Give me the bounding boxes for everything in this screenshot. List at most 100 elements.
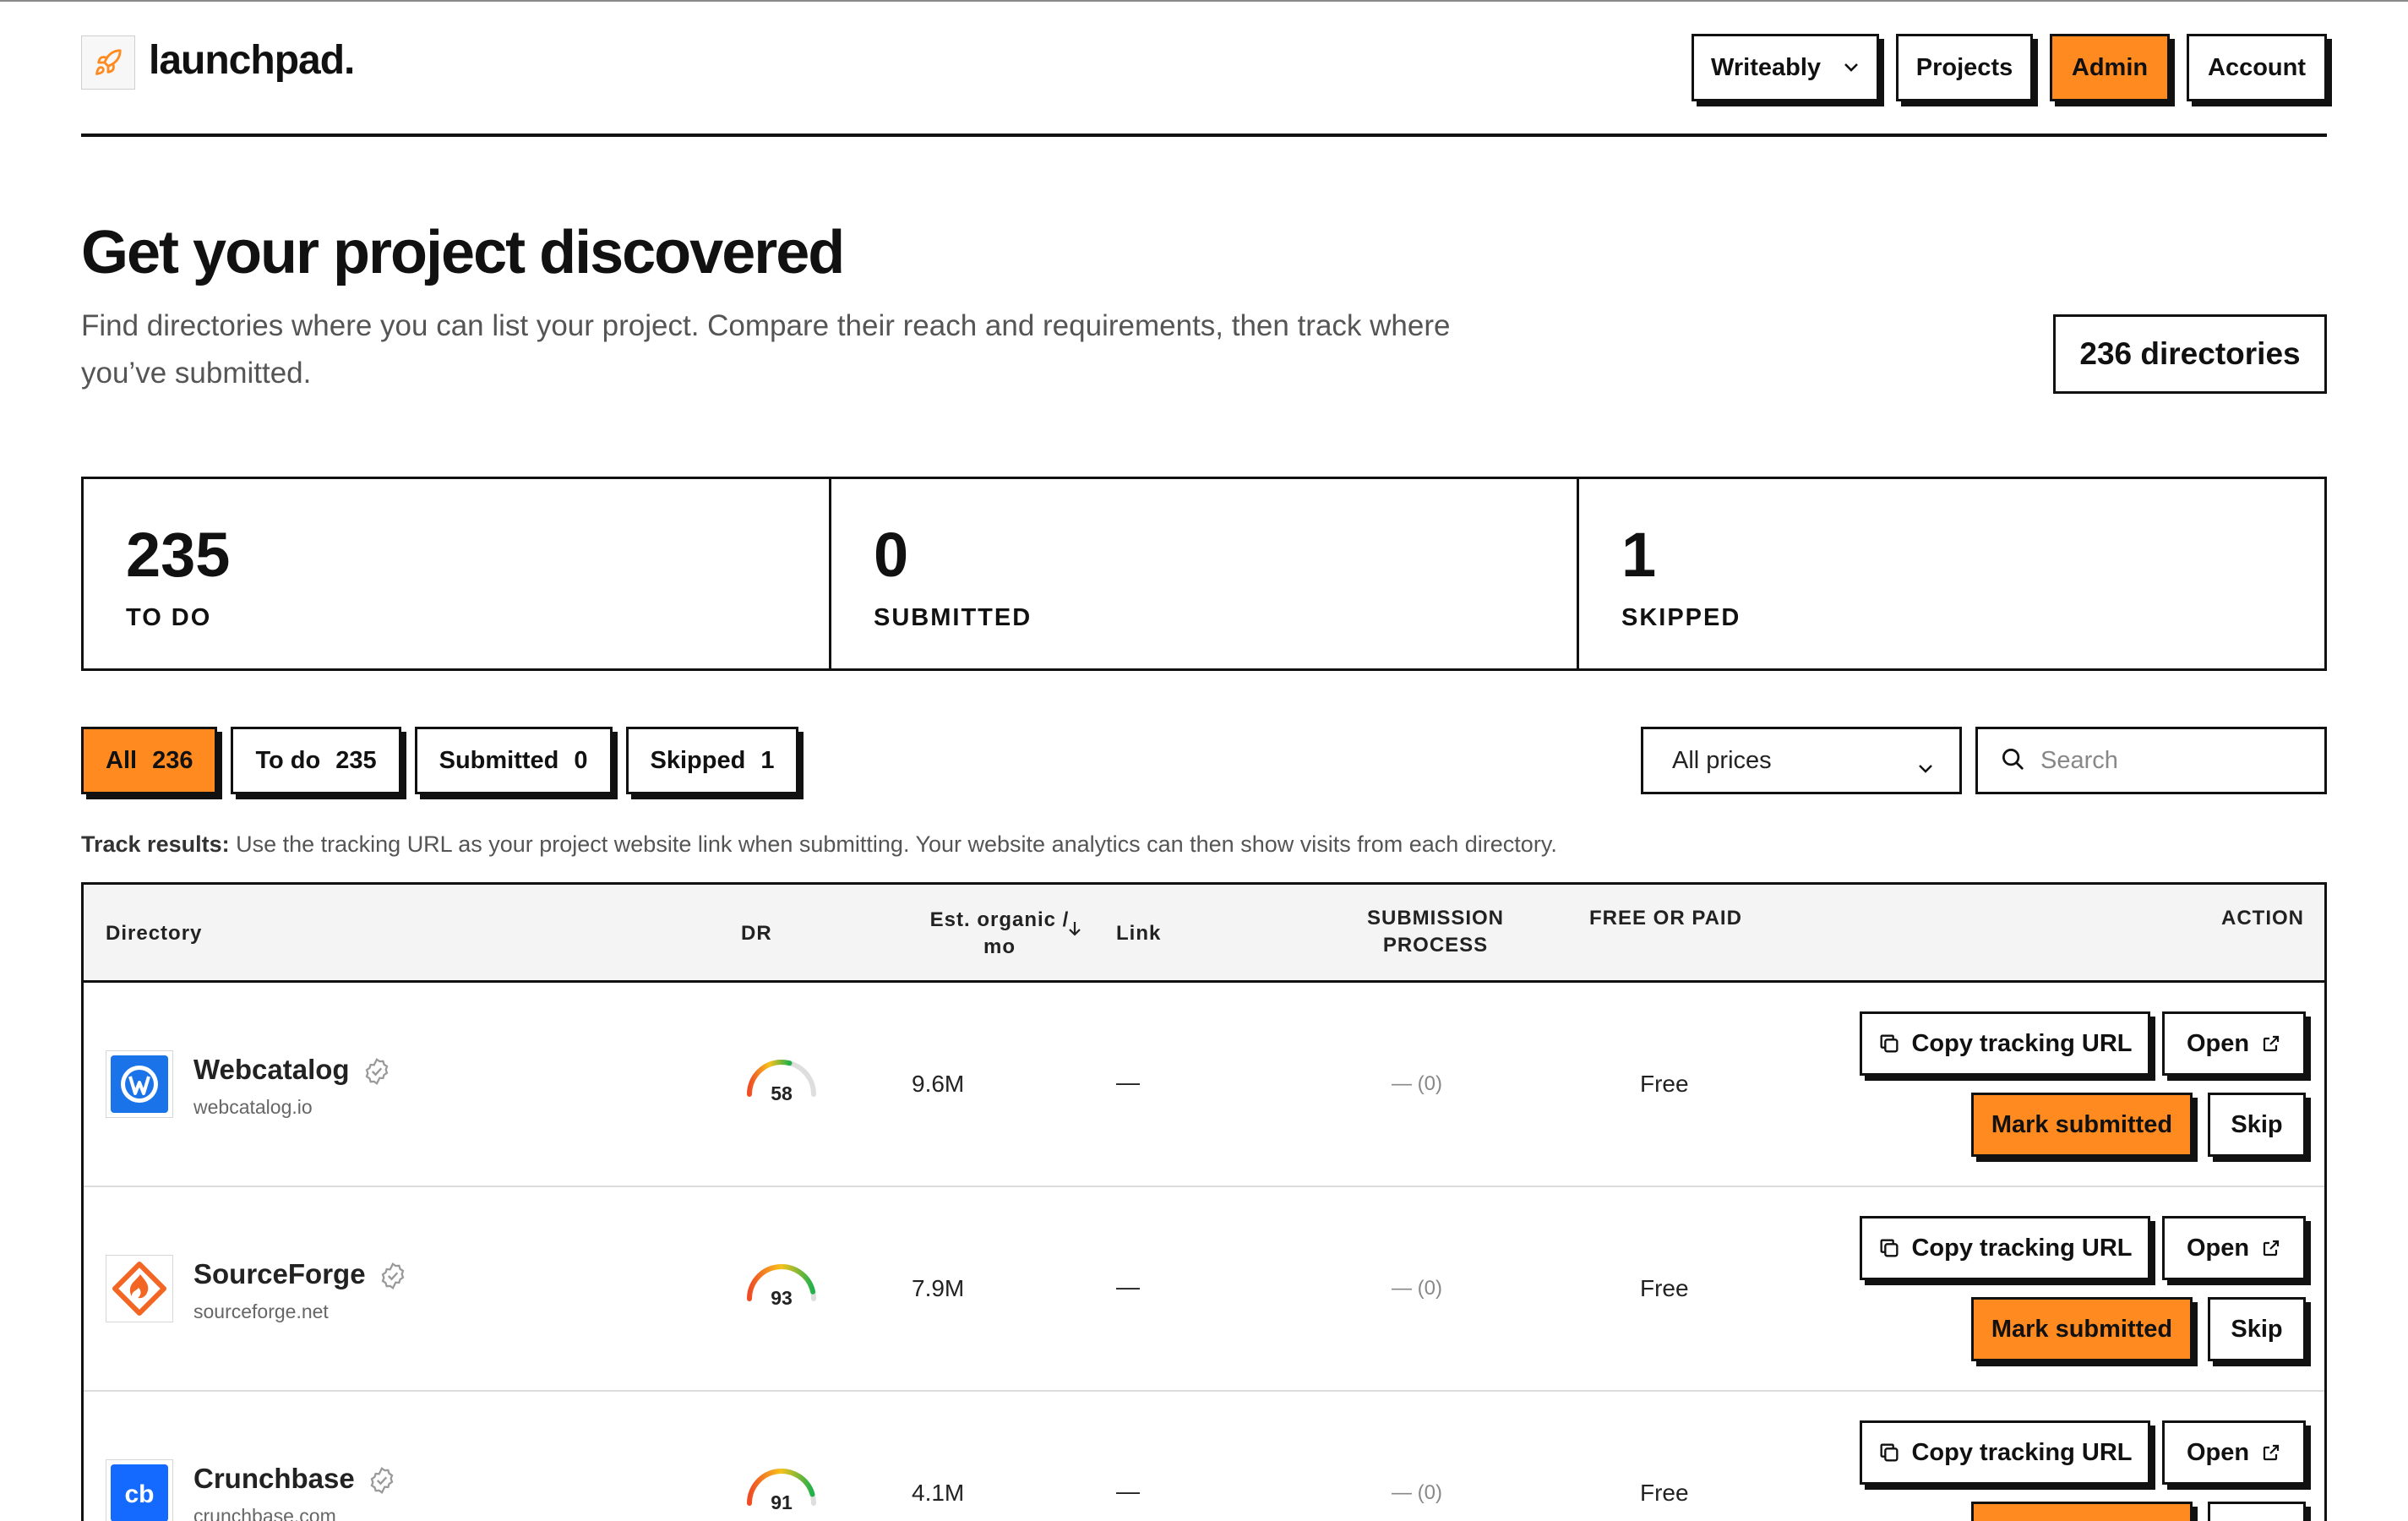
search-box bbox=[1975, 727, 2327, 794]
mark-submitted-button[interactable]: Mark submitted bbox=[1971, 1297, 2193, 1361]
skip-button[interactable]: Skip bbox=[2208, 1502, 2306, 1521]
copy-icon bbox=[1877, 1236, 1901, 1260]
link-type: — bbox=[1116, 1478, 1140, 1504]
header-divider bbox=[81, 134, 2327, 137]
copy-label: Copy tracking URL bbox=[1911, 1029, 2133, 1057]
col-dr[interactable]: DR bbox=[741, 920, 772, 947]
stat-submitted: 0 SUBMITTED bbox=[831, 479, 1579, 668]
search-input[interactable] bbox=[2040, 746, 2311, 775]
open-button[interactable]: Open bbox=[2162, 1216, 2306, 1280]
verified-check-icon bbox=[378, 1261, 408, 1291]
organic-traffic: 9.6M bbox=[912, 1071, 965, 1097]
directory-domain: webcatalog.io bbox=[193, 1096, 313, 1118]
filter-label: All bbox=[106, 746, 138, 774]
projects-button[interactable]: Projects bbox=[1896, 34, 2033, 101]
track-results-note: Track results: Use the tracking URL as y… bbox=[81, 831, 1557, 858]
filter-count: 0 bbox=[574, 746, 588, 774]
chevron-down-icon bbox=[1917, 753, 1934, 781]
col-submission-process[interactable]: SUBMISSION PROCESS bbox=[1334, 905, 1537, 959]
filter-label: Submitted bbox=[439, 746, 559, 774]
link-type: — bbox=[1116, 1069, 1140, 1095]
stat-value: 235 bbox=[126, 520, 231, 590]
dr-value: 58 bbox=[771, 1082, 793, 1104]
stat-label: SUBMITTED bbox=[874, 604, 1032, 631]
table-row: cb Crunchbase crunchbase.com 91 4.1M — —… bbox=[84, 1392, 2324, 1521]
dr-gauge: 91 bbox=[743, 1466, 820, 1517]
filter-count: 235 bbox=[335, 746, 377, 774]
filter-todo-button[interactable]: To do 235 bbox=[231, 727, 401, 794]
stat-skipped: 1 SKIPPED bbox=[1579, 479, 2324, 668]
filter-label: Skipped bbox=[650, 746, 746, 774]
directory-name[interactable]: Webcatalog bbox=[193, 1054, 392, 1087]
skip-button[interactable]: Skip bbox=[2208, 1297, 2306, 1361]
filter-label: To do bbox=[255, 746, 321, 774]
mark-submitted-button[interactable]: Mark submitted bbox=[1971, 1093, 2193, 1157]
submission-process: — (0) bbox=[1392, 1481, 1442, 1504]
organic-traffic: 7.9M bbox=[912, 1275, 965, 1301]
rocket-icon[interactable] bbox=[81, 35, 135, 90]
webcatalog-logo-icon bbox=[106, 1050, 173, 1118]
header: launchpad. Writeably Projects Admin Acco… bbox=[81, 32, 2327, 103]
search-icon bbox=[2000, 746, 2025, 776]
copy-label: Copy tracking URL bbox=[1911, 1234, 2133, 1262]
directory-name-text: Webcatalog bbox=[193, 1054, 350, 1085]
stat-label: TO DO bbox=[126, 604, 212, 631]
link-type: — bbox=[1116, 1273, 1140, 1300]
filter-count: 236 bbox=[152, 746, 193, 774]
stat-value: 1 bbox=[1621, 520, 1657, 590]
filter-skipped-button[interactable]: Skipped 1 bbox=[625, 727, 799, 794]
directory-name[interactable]: Crunchbase bbox=[193, 1463, 397, 1496]
directory-name-text: Crunchbase bbox=[193, 1463, 355, 1494]
filter-all-button[interactable]: All 236 bbox=[81, 727, 218, 794]
sourceforge-logo-icon bbox=[106, 1255, 173, 1322]
sort-arrow-down-icon[interactable] bbox=[1067, 919, 1082, 946]
directory-name[interactable]: SourceForge bbox=[193, 1258, 408, 1291]
track-note-text: Use the tracking URL as your project web… bbox=[229, 831, 1557, 857]
dr-value: 91 bbox=[771, 1491, 793, 1513]
table-row: SourceForge sourceforge.net 93 7.9M — — … bbox=[84, 1187, 2324, 1392]
stat-label: SKIPPED bbox=[1621, 604, 1741, 631]
copy-tracking-url-button[interactable]: Copy tracking URL bbox=[1860, 1420, 2150, 1485]
filter-count: 1 bbox=[760, 746, 775, 774]
track-note-label: Track results: bbox=[81, 831, 230, 857]
price-type: Free bbox=[1640, 1071, 1689, 1097]
open-label: Open bbox=[2186, 1029, 2250, 1057]
copy-tracking-url-button[interactable]: Copy tracking URL bbox=[1860, 1011, 2150, 1076]
page-title: Get your project discovered bbox=[81, 219, 845, 286]
project-select-label: Writeably bbox=[1711, 53, 1822, 81]
skip-button[interactable]: Skip bbox=[2208, 1093, 2306, 1157]
copy-tracking-url-button[interactable]: Copy tracking URL bbox=[1860, 1216, 2150, 1280]
open-label: Open bbox=[2186, 1234, 2250, 1262]
filter-submitted-button[interactable]: Submitted 0 bbox=[414, 727, 613, 794]
external-link-icon bbox=[2261, 1033, 2281, 1054]
dr-value: 93 bbox=[771, 1287, 793, 1309]
col-free-or-paid[interactable]: FREE OR PAID bbox=[1589, 905, 1742, 932]
admin-button[interactable]: Admin bbox=[2050, 34, 2170, 101]
directories-table: Directory DR Est. organic / mo Link SUBM… bbox=[81, 882, 2327, 1521]
col-link[interactable]: Link bbox=[1116, 920, 1161, 947]
submission-process: — (0) bbox=[1392, 1277, 1442, 1300]
mark-submitted-button[interactable]: Mark submitted bbox=[1971, 1502, 2193, 1521]
external-link-icon bbox=[2261, 1442, 2281, 1463]
copy-icon bbox=[1877, 1032, 1901, 1055]
price-filter-select[interactable]: All prices bbox=[1641, 727, 1962, 794]
open-label: Open bbox=[2186, 1438, 2250, 1466]
app-logo-text[interactable]: launchpad. bbox=[149, 37, 355, 84]
project-select-dropdown[interactable]: Writeably bbox=[1692, 34, 1879, 101]
dr-gauge: 58 bbox=[743, 1057, 820, 1108]
copy-icon bbox=[1877, 1441, 1901, 1464]
external-link-icon bbox=[2261, 1238, 2281, 1258]
col-process-line1: SUBMISSION bbox=[1366, 907, 1504, 930]
copy-label: Copy tracking URL bbox=[1911, 1438, 2133, 1466]
chevron-down-icon bbox=[1843, 63, 1860, 73]
stat-todo: 235 TO DO bbox=[84, 479, 831, 668]
col-organic-traffic[interactable]: Est. organic / mo bbox=[915, 907, 1084, 961]
col-organic-line2: mo bbox=[983, 935, 1016, 958]
account-button[interactable]: Account bbox=[2187, 34, 2327, 101]
open-button[interactable]: Open bbox=[2162, 1420, 2306, 1485]
price-type: Free bbox=[1640, 1275, 1689, 1301]
col-directory[interactable]: Directory bbox=[106, 920, 202, 947]
stat-value: 0 bbox=[874, 520, 909, 590]
directory-domain: crunchbase.com bbox=[193, 1505, 336, 1521]
open-button[interactable]: Open bbox=[2162, 1011, 2306, 1076]
